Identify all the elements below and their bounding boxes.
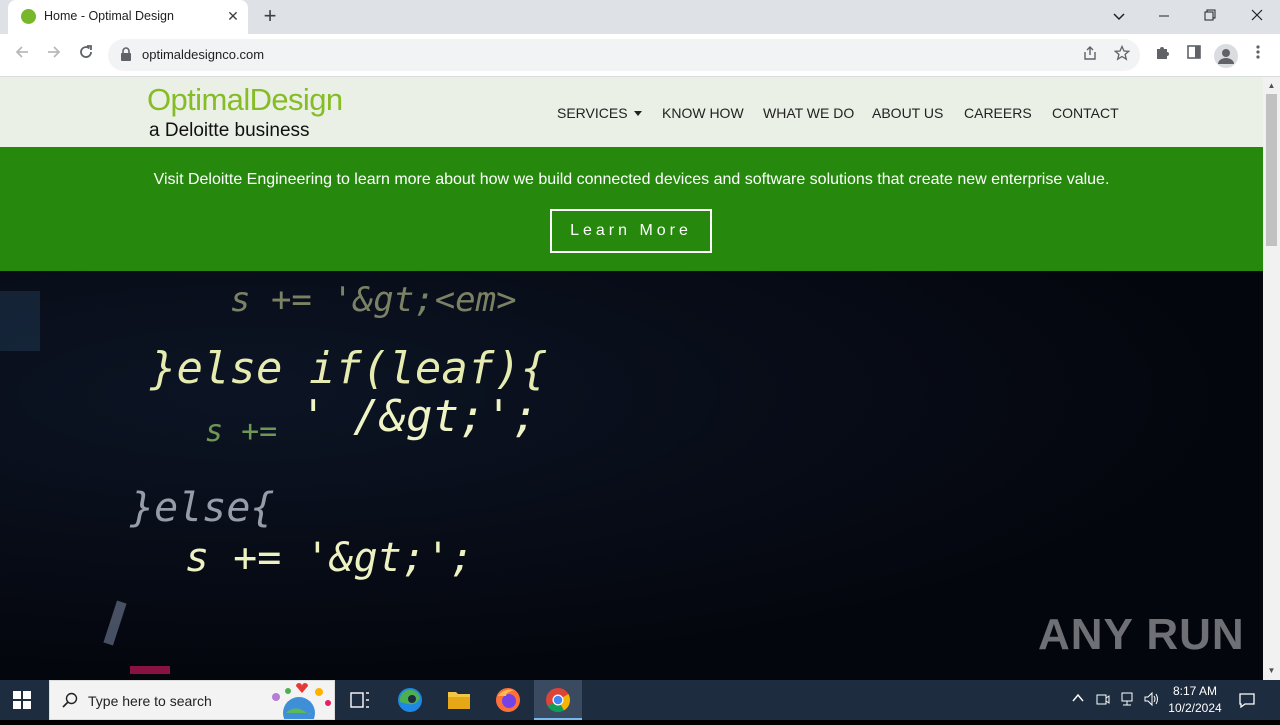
profile-avatar-icon[interactable] xyxy=(1214,44,1238,68)
minimize-icon[interactable] xyxy=(1150,3,1178,29)
scroll-down-icon[interactable]: ▼ xyxy=(1266,665,1277,677)
promo-banner: Visit Deloitte Engineering to learn more… xyxy=(0,147,1263,271)
code-line: s += xyxy=(205,414,277,449)
volume-icon[interactable] xyxy=(1143,691,1159,710)
dropdown-caret-icon xyxy=(633,111,642,116)
nav-services[interactable]: SERVICES xyxy=(557,105,642,121)
file-explorer-icon[interactable] xyxy=(435,680,483,720)
code-line: }else if(leaf){ xyxy=(149,343,547,394)
taskbar-search-box[interactable]: Type here to search xyxy=(49,680,335,720)
tab-search-icon[interactable] xyxy=(1105,3,1133,29)
anyrun-watermark: ANY RUN xyxy=(1038,610,1245,659)
scroll-thumb[interactable] xyxy=(1266,94,1277,246)
chrome-menu-icon[interactable] xyxy=(1247,44,1269,66)
nav-services-label: SERVICES xyxy=(557,105,628,121)
code-line: s += '&gt;<em> xyxy=(230,280,517,320)
forward-arrow-icon[interactable] xyxy=(41,42,67,68)
notifications-icon[interactable] xyxy=(1238,691,1256,712)
firefox-icon[interactable] xyxy=(484,680,532,720)
logo-optimaldesign[interactable]: OptimalDesign xyxy=(147,82,343,118)
bookmark-star-icon[interactable] xyxy=(1112,44,1132,65)
code-line: s += '&gt;'; xyxy=(185,535,474,581)
chrome-taskbar-icon[interactable] xyxy=(534,680,582,720)
windows-start-icon[interactable] xyxy=(13,691,31,709)
address-bar[interactable]: optimaldesignco.com xyxy=(108,39,1140,71)
back-arrow-icon[interactable] xyxy=(9,42,35,68)
url-text[interactable]: optimaldesignco.com xyxy=(142,47,264,62)
new-tab-button[interactable]: + xyxy=(258,4,282,28)
meet-now-icon[interactable] xyxy=(1095,691,1111,710)
code-line: ' /&gt;'; xyxy=(300,391,538,442)
clock-date: 10/2/2024 xyxy=(1168,701,1222,715)
scroll-up-icon[interactable]: ▲ xyxy=(1266,80,1277,92)
nav-careers[interactable]: CAREERS xyxy=(964,105,1032,121)
code-line: }else{ xyxy=(129,485,275,531)
task-view-icon[interactable] xyxy=(336,680,384,720)
reload-icon[interactable] xyxy=(73,42,99,68)
tab-title: Home - Optimal Design xyxy=(44,9,174,23)
browser-toolbar: optimaldesignco.com xyxy=(0,34,1280,77)
clock-time: 8:17 AM xyxy=(1172,684,1218,698)
code-fragment xyxy=(130,666,170,674)
site-favicon-icon xyxy=(21,9,36,24)
extensions-puzzle-icon[interactable] xyxy=(1151,44,1173,66)
tab-strip: Home - Optimal Design ✕ + xyxy=(0,0,1280,34)
logo-tagline[interactable]: a Deloitte business xyxy=(149,120,310,142)
show-hidden-icons-icon[interactable] xyxy=(1071,691,1085,708)
code-blur xyxy=(0,291,40,351)
taskbar-clock[interactable]: 8:17 AM 10/2/2024 xyxy=(1160,683,1230,717)
lock-icon[interactable] xyxy=(120,47,132,61)
search-highlight-art-icon xyxy=(272,683,331,719)
learn-more-button[interactable]: Learn More xyxy=(550,209,712,253)
nav-what-we-do[interactable]: WHAT WE DO xyxy=(763,105,854,121)
tab-close-icon[interactable]: ✕ xyxy=(224,7,242,25)
search-icon xyxy=(62,692,78,708)
restore-icon[interactable] xyxy=(1196,3,1224,29)
close-window-icon[interactable] xyxy=(1243,3,1271,29)
web-page: OptimalDesign a Deloitte business SERVIC… xyxy=(0,77,1263,680)
network-icon[interactable] xyxy=(1119,691,1135,710)
nav-about-us[interactable]: ABOUT US xyxy=(872,105,943,121)
nav-know-how[interactable]: KNOW HOW xyxy=(662,105,744,121)
side-panel-icon[interactable] xyxy=(1183,44,1205,66)
edge-browser-icon[interactable] xyxy=(386,680,434,720)
windows-taskbar: Type here to search 8:17 AM 10/2/2024 xyxy=(0,680,1280,720)
browser-tab[interactable]: Home - Optimal Design ✕ xyxy=(8,0,248,34)
code-bracket xyxy=(103,600,127,646)
search-placeholder: Type here to search xyxy=(88,693,212,709)
nav-contact[interactable]: CONTACT xyxy=(1052,105,1119,121)
share-icon[interactable] xyxy=(1080,45,1100,65)
page-scrollbar[interactable]: ▲ ▼ xyxy=(1263,77,1280,680)
banner-text: Visit Deloitte Engineering to learn more… xyxy=(153,171,1110,188)
site-header: OptimalDesign a Deloitte business SERVIC… xyxy=(0,77,1263,147)
